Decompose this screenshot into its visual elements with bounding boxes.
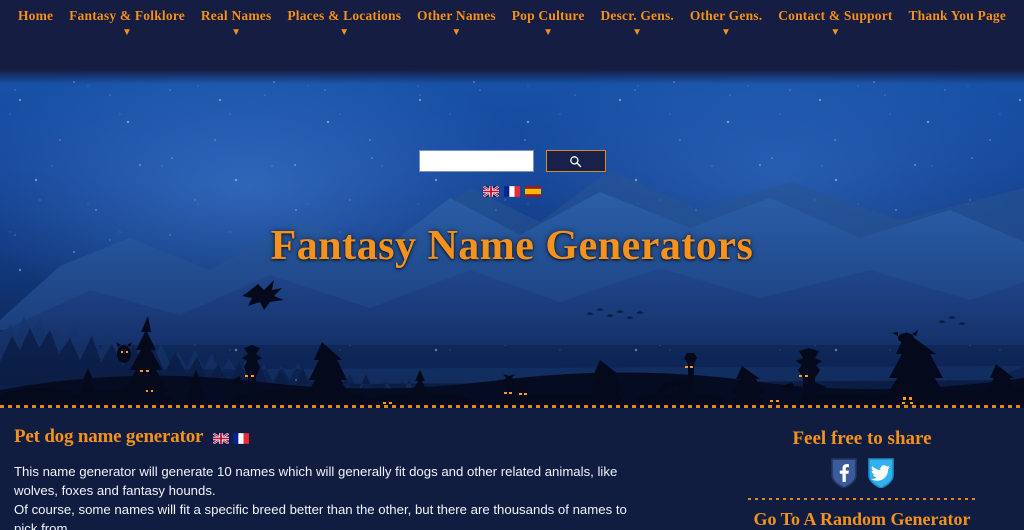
main-navigation: Home ▼ Fantasy & Folklore ▼ Real Names ▼… bbox=[0, 0, 1024, 70]
intro-paragraph-2: Of course, some names will fit a specifi… bbox=[14, 502, 627, 530]
search-input[interactable] bbox=[418, 150, 534, 172]
chevron-down-icon: ▼ bbox=[721, 26, 732, 38]
facebook-icon[interactable] bbox=[830, 457, 858, 488]
nav-item-contact-support[interactable]: Contact & Support ▼ bbox=[770, 6, 900, 39]
nav-item-label: Contact & Support bbox=[778, 8, 893, 23]
nav-item-label: Fantasy & Folklore bbox=[69, 8, 185, 23]
twitter-icon[interactable] bbox=[867, 457, 895, 488]
search-button[interactable] bbox=[545, 150, 606, 172]
hero-banner: Fantasy Name Generators bbox=[0, 70, 1024, 408]
search-icon bbox=[569, 155, 582, 168]
nav-item-fantasy-folklore[interactable]: Fantasy & Folklore ▼ bbox=[61, 6, 193, 39]
nav-item-label: Home bbox=[17, 8, 54, 23]
nav-item-label: Real Names bbox=[200, 8, 272, 23]
nav-item-descr-gens[interactable]: Descr. Gens. ▼ bbox=[593, 6, 682, 39]
share-heading: Feel free to share bbox=[792, 428, 932, 449]
generator-intro-text: This name generator will generate 10 nam… bbox=[14, 462, 629, 530]
page-title: Pet dog name generator bbox=[14, 426, 204, 447]
nav-item-label: Places & Locations bbox=[287, 8, 402, 23]
generator-description-column: Pet dog name generator This name generat… bbox=[14, 426, 714, 530]
nav-item-label: Other Gens. bbox=[689, 8, 763, 23]
nav-item-places-locations[interactable]: Places & Locations ▼ bbox=[279, 6, 409, 39]
intro-paragraph-1: This name generator will generate 10 nam… bbox=[14, 464, 618, 499]
chevron-down-icon: ▼ bbox=[121, 26, 133, 38]
share-icons bbox=[714, 457, 1010, 488]
site-search bbox=[0, 150, 1024, 172]
nav-item-thank-you-page[interactable]: Thank You Page ▼ bbox=[901, 6, 1014, 27]
hero-bottom-divider bbox=[0, 405, 1024, 408]
random-generator-link[interactable]: Go To A Random Generator bbox=[714, 509, 1010, 530]
flag-english-icon[interactable] bbox=[483, 186, 499, 197]
nav-item-pop-culture[interactable]: Pop Culture ▼ bbox=[504, 6, 593, 39]
flag-spanish-icon[interactable] bbox=[525, 186, 541, 197]
flag-french-icon[interactable] bbox=[504, 186, 520, 197]
chevron-down-icon: ▼ bbox=[451, 26, 462, 38]
nav-item-label: Pop Culture bbox=[511, 8, 585, 23]
chevron-down-icon: ▼ bbox=[830, 26, 841, 38]
share-column: Feel free to share Go To A Random Genera… bbox=[714, 426, 1010, 530]
nav-item-other-names[interactable]: Other Names ▼ bbox=[409, 6, 504, 39]
language-selector bbox=[0, 186, 1024, 197]
flag-french-icon[interactable] bbox=[233, 432, 250, 444]
chevron-down-icon: ▼ bbox=[543, 26, 554, 38]
nav-item-label: Other Names bbox=[417, 8, 496, 23]
nav-item-real-names[interactable]: Real Names ▼ bbox=[193, 6, 279, 39]
nav-item-label: Descr. Gens. bbox=[600, 8, 674, 23]
nav-item-label: Thank You Page bbox=[908, 8, 1007, 23]
chevron-down-icon: ▼ bbox=[632, 26, 643, 38]
site-title: Fantasy Name Generators bbox=[270, 223, 754, 269]
main-content: Pet dog name generator This name generat… bbox=[0, 408, 1024, 530]
page-title-row: Pet dog name generator bbox=[14, 426, 684, 448]
nav-item-home[interactable]: Home ▼ bbox=[10, 6, 61, 27]
nav-item-other-gens[interactable]: Other Gens. ▼ bbox=[682, 6, 770, 39]
page-language-selector bbox=[213, 432, 250, 444]
share-divider bbox=[748, 498, 976, 500]
chevron-down-icon: ▼ bbox=[231, 26, 242, 38]
chevron-down-icon: ▼ bbox=[339, 26, 350, 38]
flag-english-icon[interactable] bbox=[213, 432, 230, 444]
